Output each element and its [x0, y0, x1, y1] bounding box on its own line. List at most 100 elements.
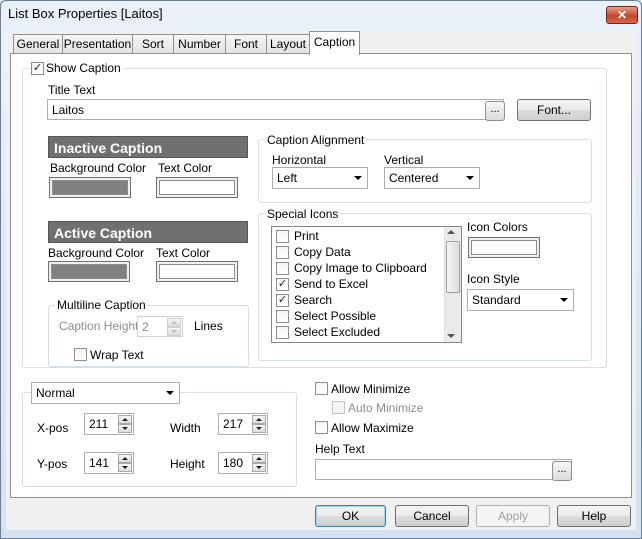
help-text-expression-button[interactable]: ... — [552, 461, 572, 481]
wrap-text-label: Wrap Text — [90, 348, 144, 362]
title-text-expression-button[interactable]: ... — [485, 101, 505, 121]
show-caption-label: Show Caption — [44, 61, 123, 75]
position-mode-dropdown[interactable]: Normal — [31, 382, 180, 404]
special-icons-list[interactable]: Print Copy Data Copy Image to Clipboard … — [271, 226, 462, 343]
chevron-down-icon — [171, 330, 177, 333]
chevron-up-icon — [256, 457, 262, 460]
active-bg-color-swatch[interactable] — [48, 261, 130, 282]
apply-button[interactable]: Apply — [476, 505, 550, 527]
title-text-input[interactable]: Laitos — [47, 99, 504, 120]
window-title: List Box Properties [Laitos] — [8, 6, 163, 21]
caption-height-label: Caption Height — [59, 319, 139, 333]
close-icon: ✕ — [616, 8, 628, 22]
scroll-thumb[interactable] — [446, 241, 460, 293]
chevron-down-icon — [122, 466, 128, 469]
scroll-up-icon[interactable] — [447, 230, 455, 234]
help-text-label: Help Text — [315, 442, 365, 456]
allow-minimize-label: Allow Minimize — [331, 382, 411, 396]
xpos-spinner[interactable]: 211 — [84, 413, 134, 435]
allow-minimize-checkbox[interactable] — [315, 382, 328, 395]
active-text-color-swatch[interactable] — [156, 261, 238, 282]
chevron-down-icon — [166, 391, 174, 395]
horizontal-label: Horizontal — [272, 153, 327, 167]
ypos-spinner[interactable]: 141 — [84, 452, 134, 474]
chevron-up-icon — [122, 457, 128, 460]
scroll-down-icon[interactable] — [447, 334, 455, 338]
height-label: Height — [170, 457, 205, 471]
special-icons-label: Special Icons — [265, 207, 341, 221]
width-label: Width — [170, 421, 201, 435]
tab-general[interactable]: General — [13, 34, 63, 54]
chevron-up-icon — [256, 418, 262, 421]
send-to-excel-checkbox[interactable]: ✓ — [276, 278, 289, 291]
spinner-up-button[interactable] — [167, 318, 181, 327]
width-spinner[interactable]: 217 — [218, 413, 268, 435]
select-possible-checkbox[interactable] — [276, 310, 289, 323]
width-down-button[interactable] — [252, 424, 266, 433]
chevron-up-icon — [122, 418, 128, 421]
active-bg-color-label: Background Color — [48, 246, 145, 260]
copy-image-checkbox[interactable] — [276, 262, 289, 275]
copy-data-checkbox[interactable] — [276, 246, 289, 259]
auto-minimize-checkbox[interactable] — [332, 401, 345, 414]
xpos-up-button[interactable] — [118, 415, 132, 424]
list-scrollbar[interactable] — [444, 227, 461, 342]
height-up-button[interactable] — [252, 454, 266, 463]
inactive-bg-color-swatch[interactable] — [49, 177, 131, 198]
allow-maximize-label: Allow Maximize — [331, 421, 414, 435]
ok-button[interactable]: OK — [315, 505, 386, 527]
help-text-input[interactable] — [315, 459, 572, 480]
title-text-label: Title Text — [48, 83, 96, 97]
close-button[interactable]: ✕ — [606, 6, 638, 24]
spinner-down-button[interactable] — [167, 327, 181, 336]
multiline-caption-label: Multiline Caption — [55, 298, 148, 312]
chevron-up-icon — [171, 321, 177, 324]
vertical-dropdown[interactable]: Centered — [384, 167, 480, 189]
tab-font[interactable]: Font — [225, 34, 267, 54]
icon-colors-swatch[interactable] — [468, 237, 540, 258]
inactive-caption-bar: Inactive Caption — [48, 136, 248, 158]
vertical-label: Vertical — [384, 153, 424, 167]
print-checkbox[interactable] — [276, 230, 289, 243]
tab-layout[interactable]: Layout — [266, 34, 310, 54]
xpos-down-button[interactable] — [118, 424, 132, 433]
horizontal-dropdown[interactable]: Left — [272, 167, 368, 189]
active-caption-bar: Active Caption — [48, 221, 248, 243]
ypos-label: Y-pos — [37, 457, 68, 471]
chevron-down-icon — [354, 176, 362, 180]
caption-alignment-label: Caption Alignment — [265, 133, 367, 147]
wrap-text-checkbox[interactable] — [74, 348, 87, 361]
caption-height-spinner[interactable]: 2 — [137, 316, 183, 337]
lines-label: Lines — [194, 319, 223, 333]
chevron-down-icon — [122, 427, 128, 430]
tab-presentation[interactable]: Presentation — [62, 34, 133, 54]
inactive-text-color-label: Text Color — [158, 161, 213, 175]
width-up-button[interactable] — [252, 415, 266, 424]
font-button[interactable]: Font... — [517, 99, 591, 121]
height-spinner[interactable]: 180 — [218, 452, 268, 474]
tab-sort[interactable]: Sort — [132, 34, 174, 54]
title-bar[interactable]: List Box Properties [Laitos] ✕ — [0, 0, 642, 28]
inactive-text-color-swatch[interactable] — [156, 177, 238, 198]
cancel-button[interactable]: Cancel — [395, 505, 469, 527]
inactive-bg-color-label: Background Color — [50, 161, 147, 175]
active-text-color-label: Text Color — [156, 246, 211, 260]
icon-colors-label: Icon Colors — [467, 220, 528, 234]
tab-number[interactable]: Number — [173, 34, 226, 54]
ypos-up-button[interactable] — [118, 454, 132, 463]
show-caption-checkbox[interactable]: ✓ — [31, 62, 44, 75]
height-down-button[interactable] — [252, 463, 266, 472]
help-button[interactable]: Help — [557, 505, 631, 527]
select-excluded-checkbox[interactable] — [276, 326, 289, 339]
xpos-label: X-pos — [37, 421, 69, 435]
ypos-down-button[interactable] — [118, 463, 132, 472]
icon-style-label: Icon Style — [467, 272, 520, 286]
tab-caption[interactable]: Caption — [309, 31, 360, 55]
auto-minimize-label: Auto Minimize — [348, 401, 424, 415]
chevron-down-icon — [256, 427, 262, 430]
search-checkbox[interactable]: ✓ — [276, 294, 289, 307]
chevron-down-icon — [256, 466, 262, 469]
chevron-down-icon — [466, 176, 474, 180]
allow-maximize-checkbox[interactable] — [315, 421, 328, 434]
icon-style-dropdown[interactable]: Standard — [467, 289, 574, 311]
